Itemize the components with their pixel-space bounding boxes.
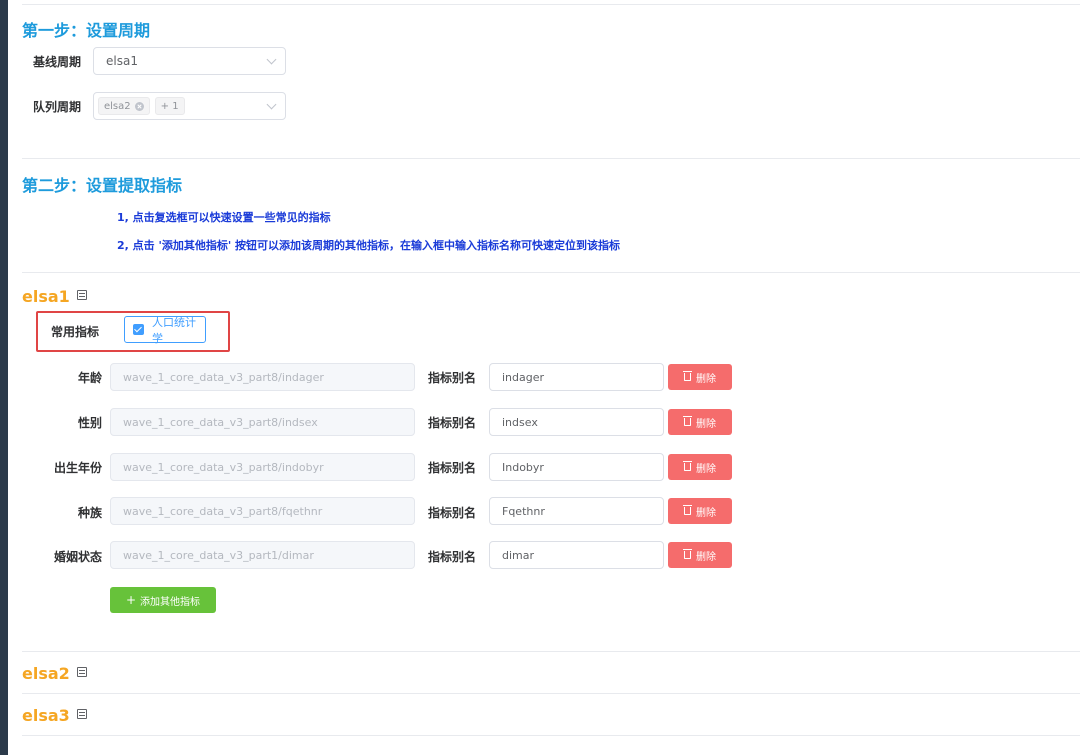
delete-button[interactable]: 删除 — [668, 542, 732, 568]
add-other-metric-button[interactable]: + 添加其他指标 — [110, 587, 216, 613]
metric-label-marital-status: 婚姻状态 — [53, 550, 102, 564]
queue-tag-more: + 1 — [154, 97, 185, 115]
common-metrics-label: 常用指标 — [51, 325, 100, 339]
delete-button[interactable]: 删除 — [668, 454, 732, 480]
alias-input[interactable]: Fqethnr — [489, 497, 664, 525]
chevron-down-icon — [266, 99, 277, 110]
step2-title: 第二步：设置提取指标 — [22, 176, 183, 195]
alias-input[interactable]: Indobyr — [489, 453, 664, 481]
alias-label: 指标别名 — [428, 550, 477, 564]
chevron-down-icon — [266, 54, 277, 65]
metric-path-input: wave_1_core_data_v3_part1/dimar — [110, 541, 415, 569]
trash-icon — [683, 371, 692, 381]
queue-tag-elsa2: elsa2 — [98, 97, 150, 115]
baseline-period-select[interactable]: elsa1 — [93, 47, 286, 75]
metric-label-sex: 性别 — [77, 416, 102, 430]
trash-icon — [683, 549, 692, 559]
queue-period-select[interactable]: elsa2 + 1 — [93, 92, 286, 120]
metric-path-input: wave_1_core_data_v3_part8/indobyr — [110, 453, 415, 481]
alias-label: 指标别名 — [428, 506, 477, 520]
step1-title: 第一步：设置周期 — [22, 21, 151, 40]
delete-button[interactable]: 删除 — [668, 498, 732, 524]
document-icon[interactable] — [77, 667, 87, 677]
close-icon[interactable] — [134, 101, 144, 111]
metric-path-input: wave_1_core_data_v3_part8/indager — [110, 363, 415, 391]
metric-label-birth-year: 出生年份 — [53, 461, 102, 475]
left-edge-strip — [0, 0, 8, 755]
baseline-period-value: elsa1 — [106, 54, 138, 68]
section-title-elsa1: elsa1 — [22, 287, 70, 306]
divider — [22, 735, 1080, 736]
metric-label-age: 年龄 — [77, 371, 102, 385]
delete-button[interactable]: 删除 — [668, 364, 732, 390]
section-title-elsa3: elsa3 — [22, 706, 70, 725]
alias-label: 指标别名 — [428, 461, 477, 475]
alias-label: 指标别名 — [428, 371, 477, 385]
plus-icon: + — [125, 593, 137, 607]
metric-path-input: wave_1_core_data_v3_part8/indsex — [110, 408, 415, 436]
alias-input[interactable]: indsex — [489, 408, 664, 436]
section-title-elsa2: elsa2 — [22, 664, 70, 683]
alias-input[interactable]: indager — [489, 363, 664, 391]
trash-icon — [683, 461, 692, 471]
document-icon[interactable] — [77, 709, 87, 719]
hint-line-2: 2, 点击 '添加其他指标' 按钮可以添加该周期的其他指标，在输入框中输入指标名… — [117, 239, 621, 252]
main-content: 第一步：设置周期 基线周期 elsa1 队列周期 elsa2 + 1 第二步：设… — [22, 0, 1080, 755]
trash-icon — [683, 416, 692, 426]
document-icon[interactable] — [77, 290, 87, 300]
alias-label: 指标别名 — [428, 416, 477, 430]
metric-label-ethnicity: 种族 — [77, 506, 102, 520]
delete-button[interactable]: 删除 — [668, 409, 732, 435]
baseline-period-label: 基线周期 — [33, 55, 82, 69]
divider — [22, 4, 1080, 5]
divider — [22, 693, 1080, 694]
hint-line-1: 1, 点击复选框可以快速设置一些常见的指标 — [117, 211, 331, 224]
divider — [22, 158, 1080, 159]
checkbox-demographics[interactable]: 人口统计学 — [124, 315, 206, 345]
divider — [22, 272, 1080, 273]
divider — [22, 651, 1080, 652]
queue-period-label: 队列周期 — [33, 100, 82, 114]
trash-icon — [683, 505, 692, 515]
metric-path-input: wave_1_core_data_v3_part8/fqethnr — [110, 497, 415, 525]
checkbox-checked-icon — [133, 324, 144, 335]
alias-input[interactable]: dimar — [489, 541, 664, 569]
checkbox-demographics-label: 人口统计学 — [152, 315, 196, 345]
